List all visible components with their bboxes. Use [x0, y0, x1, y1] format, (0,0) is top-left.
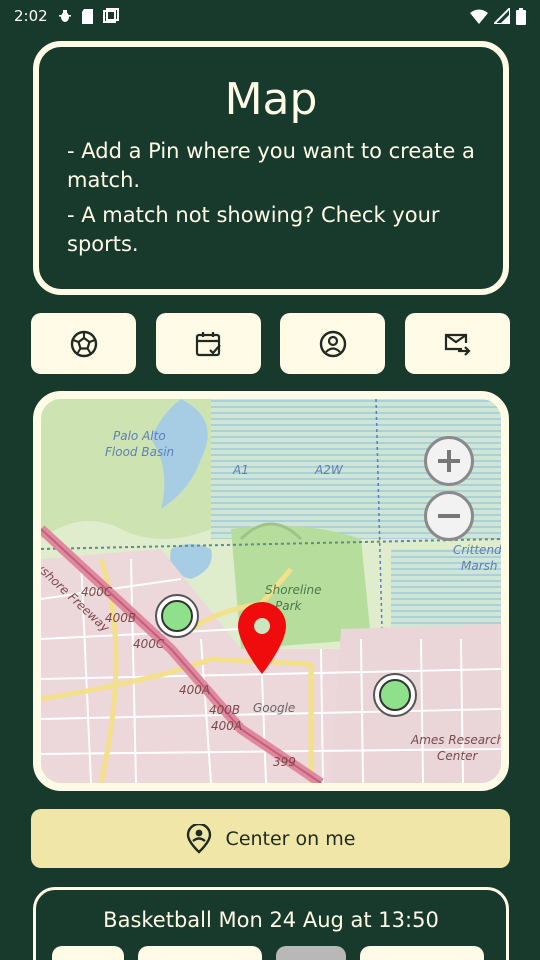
map-label-shoreline: Shoreline	[265, 583, 322, 597]
match-marker[interactable]	[155, 594, 199, 638]
map-label-400a-2: 400A	[211, 719, 243, 733]
map-label-ames: Ames Research	[411, 733, 505, 747]
map-label-marsh: Marsh	[461, 559, 498, 573]
match-action-button[interactable]	[360, 946, 484, 960]
map-label-flood-basin: Flood Basin	[105, 445, 175, 459]
map-label-crittenden: Crittend	[453, 543, 502, 557]
new-match-pin-icon[interactable]	[236, 600, 288, 676]
info-card: Map - Add a Pin where you want to create…	[33, 41, 509, 295]
map-label-google: Google	[253, 701, 296, 715]
mail-forward-icon	[445, 333, 472, 356]
match-action-button[interactable]	[138, 946, 262, 960]
map-label-400c-2: 400C	[133, 637, 165, 651]
tab-sports[interactable]	[31, 313, 136, 374]
signal-icon	[494, 8, 510, 24]
map-label-400a-1: 400A	[179, 683, 211, 697]
zoom-in-button[interactable]	[424, 436, 474, 486]
map-label-400b-1: 400B	[105, 611, 137, 625]
match-action-button[interactable]	[52, 946, 124, 960]
match-title: Basketball Mon 24 Aug at 13:50	[103, 908, 439, 932]
match-marker-dot	[379, 679, 411, 711]
tab-row	[31, 313, 510, 374]
match-action-button[interactable]	[276, 946, 346, 960]
wifi-icon	[470, 9, 488, 24]
status-bar: 2:02	[0, 0, 540, 32]
calendar-check-icon	[196, 331, 221, 356]
page-title: Map	[224, 74, 318, 125]
tab-profile[interactable]	[280, 313, 386, 374]
bug-icon	[58, 10, 71, 22]
account-circle-icon	[319, 330, 347, 357]
status-time: 2:02	[14, 7, 48, 25]
map-label-palo-alto: Palo Alto	[113, 429, 166, 443]
match-actions	[52, 946, 484, 960]
match-card[interactable]: Basketball Mon 24 Aug at 13:50	[33, 887, 509, 960]
sd-card-icon	[81, 8, 93, 24]
info-line-check-sports: - A match not showing? Check your sports…	[67, 203, 440, 256]
battery-icon	[516, 7, 526, 25]
screenshot-icon	[102, 8, 119, 23]
map-label-a1: A1	[233, 463, 249, 477]
person-pin-icon	[186, 823, 211, 854]
map-label-center: Center	[437, 749, 478, 763]
info-line-add-pin: - Add a Pin where you want to create a m…	[67, 139, 475, 192]
match-marker-dot	[161, 600, 193, 632]
tab-invitations[interactable]	[404, 313, 510, 374]
center-on-me-button[interactable]: Center on me	[31, 809, 510, 868]
map-view[interactable]: Palo Alto Flood Basin A1 A2W Crittend Ma…	[33, 391, 509, 791]
zoom-out-button[interactable]	[424, 491, 474, 541]
map-label-400c-1: 400C	[81, 585, 113, 599]
tab-calendar[interactable]	[155, 313, 261, 374]
minus-icon	[438, 514, 460, 518]
map-label-a2w: A2W	[315, 463, 343, 477]
soccer-ball-icon	[70, 330, 97, 357]
map-label-400b-2: 400B	[209, 703, 241, 717]
center-on-me-label: Center on me	[225, 827, 356, 850]
plus-icon	[438, 450, 460, 472]
match-marker[interactable]	[373, 673, 417, 717]
map-label-399: 399	[273, 755, 296, 769]
